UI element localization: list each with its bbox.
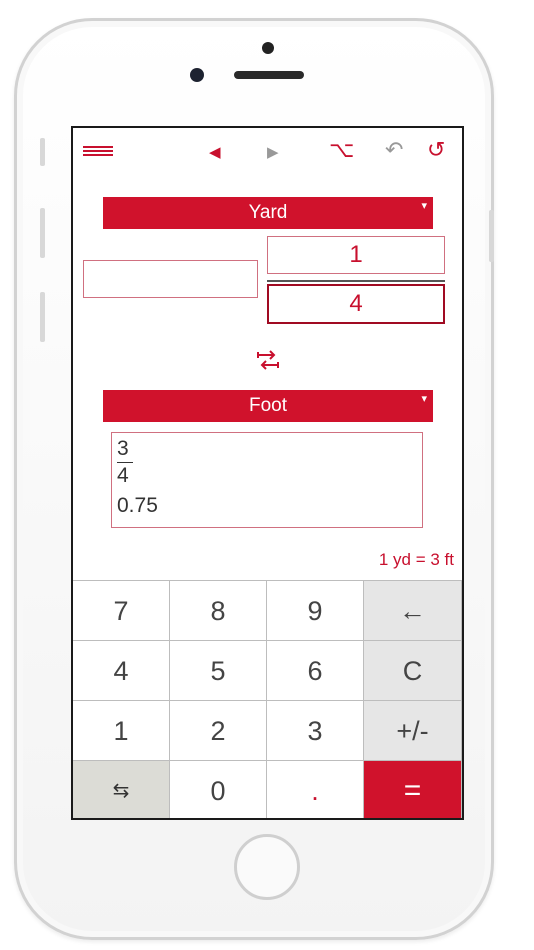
result-denominator: 4: [117, 464, 129, 487]
keypad: 7 8 9 ← 4 5 6 C 1 2 3 +/- ⇆ 0 . =: [73, 580, 462, 818]
key-5[interactable]: 5: [170, 641, 267, 701]
to-unit-dropdown[interactable]: Foot ▾: [103, 390, 433, 422]
front-camera: [190, 68, 204, 82]
reset-icon[interactable]: ↺: [427, 139, 445, 161]
key-2[interactable]: 2: [170, 701, 267, 761]
decimal-point-key[interactable]: .: [267, 761, 364, 818]
undo-icon[interactable]: ↶: [385, 139, 403, 161]
swap-units-icon[interactable]: [256, 348, 280, 372]
proximity-sensor: [262, 42, 274, 54]
volume-up-button: [40, 208, 45, 258]
back-arrow-icon[interactable]: ◀: [209, 142, 221, 164]
backspace-key[interactable]: ←: [364, 581, 462, 641]
sign-toggle-key[interactable]: +/-: [364, 701, 462, 761]
home-button[interactable]: [234, 834, 300, 900]
result-decimal: 0.75: [117, 494, 158, 517]
numerator-value: 1: [349, 241, 363, 268]
key-1[interactable]: 1: [73, 701, 170, 761]
result-fraction-bar: [117, 462, 133, 463]
to-unit-caret-icon: ▾: [421, 393, 427, 405]
key-3[interactable]: 3: [267, 701, 364, 761]
swap-key[interactable]: ⇆: [73, 761, 170, 818]
numerator-input[interactable]: 1: [267, 236, 445, 274]
mute-switch: [40, 138, 45, 166]
clear-key[interactable]: C: [364, 641, 462, 701]
forward-arrow-icon[interactable]: ▶: [267, 142, 279, 164]
denominator-value: 4: [349, 290, 363, 317]
app-screen: ◀ ▶ ⌥ ↶ ↺ Yard ▾ 1 4 Foot ▾ 3 4 0.75 1 y…: [71, 126, 464, 820]
power-button: [489, 210, 494, 262]
key-8[interactable]: 8: [170, 581, 267, 641]
hamburger-icon[interactable]: [83, 146, 113, 158]
key-4[interactable]: 4: [73, 641, 170, 701]
to-unit-label: Foot: [248, 395, 288, 416]
volume-down-button: [40, 292, 45, 342]
earpiece-speaker: [234, 71, 304, 79]
key-6[interactable]: 6: [267, 641, 364, 701]
result-box: 3 4 0.75: [111, 432, 423, 528]
denominator-input[interactable]: 4: [267, 284, 445, 324]
result-numerator: 3: [117, 437, 129, 460]
from-unit-caret-icon: ▾: [421, 200, 427, 212]
equals-key[interactable]: =: [364, 761, 462, 818]
conversion-relation: 1 yd = 3 ft: [378, 550, 454, 569]
key-7[interactable]: 7: [73, 581, 170, 641]
fraction-bar: [267, 280, 445, 282]
key-9[interactable]: 9: [267, 581, 364, 641]
key-0[interactable]: 0: [170, 761, 267, 818]
option-icon[interactable]: ⌥: [329, 139, 354, 161]
from-unit-label: Yard: [248, 202, 288, 223]
from-unit-dropdown[interactable]: Yard ▾: [103, 197, 433, 229]
whole-number-input[interactable]: [83, 260, 258, 298]
